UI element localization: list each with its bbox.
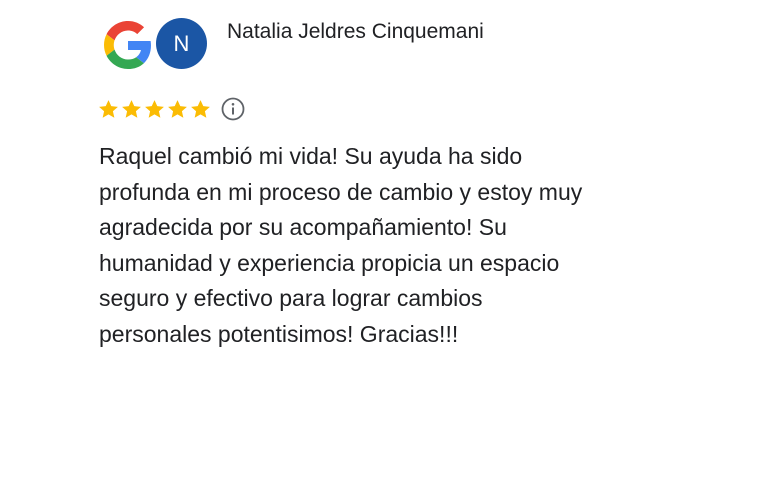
star-icon	[191, 99, 210, 118]
star-icon	[122, 99, 141, 118]
star-rating	[97, 98, 212, 121]
review-text-line: humanidad y experiencia propicia un espa…	[99, 249, 560, 276]
reviewer-name[interactable]: Natalia Jeldres Cinquemani	[227, 20, 484, 44]
star-icon	[168, 99, 187, 118]
review-card: N Natalia Jeldres Cinquemani Raquel camb…	[0, 0, 763, 481]
star-icon	[145, 99, 164, 118]
star-icon	[99, 99, 118, 118]
info-icon[interactable]	[220, 96, 246, 122]
review-text-line: personales potentisimos! Gracias!!!	[99, 320, 459, 347]
review-text-line: seguro y efectivo para lograr cambios	[99, 285, 483, 311]
rating-row	[97, 95, 246, 123]
review-text-line: Raquel cambió mi vida! Su ayuda ha sido	[99, 143, 523, 169]
google-g-icon	[104, 21, 152, 69]
review-text-line: agradecida por su acompañamiento! Su	[99, 214, 507, 240]
avatar-initial: N	[173, 31, 190, 56]
review-text-line: profunda en mi proceso de cambio y estoy…	[99, 178, 583, 205]
avatar[interactable]: N	[156, 18, 207, 69]
review-text: Raquel cambió mi vida! Su ayuda ha sido p…	[99, 139, 699, 352]
